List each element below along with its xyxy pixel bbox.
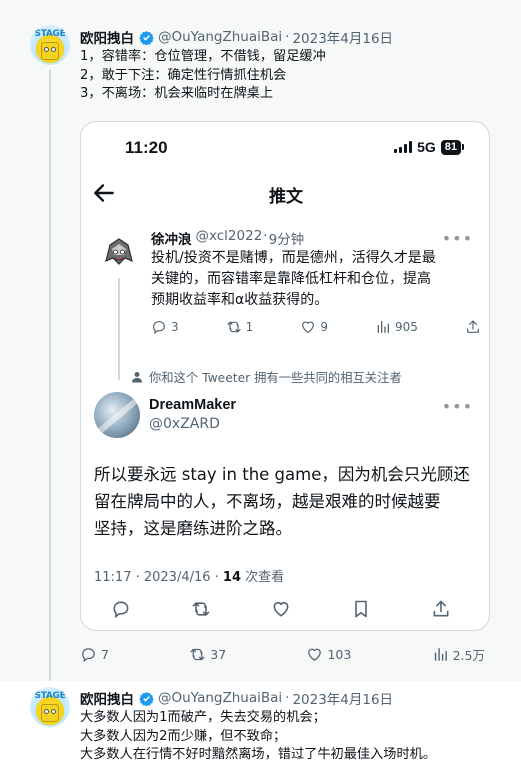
tweet-line: 1，容错率：仓位管理，不借钱，留足缓冲 bbox=[80, 49, 326, 64]
author-handle[interactable]: @OuYangZhuaiBai bbox=[158, 690, 282, 706]
views-button[interactable]: 2.5万 bbox=[432, 645, 485, 664]
retweet-button[interactable]: 37 bbox=[189, 645, 226, 664]
signal-icon bbox=[394, 141, 413, 153]
tweet-header: 欧阳拽白 @OuYangZhuaiBai · 2023年4月16日 bbox=[80, 27, 393, 47]
status-icons: 5G 81 bbox=[394, 139, 465, 155]
views-count: 2.5万 bbox=[452, 648, 485, 663]
status-time: 11:20 bbox=[125, 138, 168, 157]
main-handle[interactable]: @0xZARD bbox=[149, 416, 220, 432]
retweet-count: 37 bbox=[210, 647, 227, 662]
like-count: 9 bbox=[320, 320, 328, 334]
retweet-icon bbox=[190, 648, 205, 661]
heart-icon bbox=[308, 648, 322, 661]
retweet-count: 1 bbox=[245, 320, 254, 334]
verified-badge-icon bbox=[139, 30, 154, 45]
share-icon bbox=[467, 320, 479, 333]
reply-icon bbox=[82, 648, 95, 663]
tweet-body: 1，容错率：仓位管理，不借钱，留足缓冲 2，敢于下注：确定性行情抓住机会 3，不… bbox=[80, 48, 326, 104]
separator-dot: · bbox=[285, 29, 290, 45]
main-meta: 11:17 · 2023/4/16 · 14 次查看 bbox=[94, 566, 284, 585]
views-chart-icon bbox=[434, 648, 447, 661]
views-chart-icon bbox=[377, 321, 390, 333]
share-button[interactable] bbox=[465, 319, 481, 335]
person-icon bbox=[132, 372, 142, 383]
retweet-icon bbox=[227, 321, 241, 333]
bookmark-icon[interactable] bbox=[351, 599, 371, 619]
author-name[interactable]: 欧阳拽白 bbox=[80, 688, 134, 708]
main-views-label: 次查看 bbox=[241, 570, 285, 585]
main-timestamp[interactable]: 11:17 · 2023/4/16 · bbox=[94, 570, 223, 585]
views-button[interactable]: 905 bbox=[375, 319, 418, 335]
tweet-line: 大多数人在行情不好时黯然离场，错过了牛初最佳入场时机。 bbox=[80, 747, 437, 762]
like-button[interactable]: 9 bbox=[300, 319, 328, 335]
author-handle[interactable]: @OuYangZhuaiBai bbox=[158, 29, 282, 45]
tweet-line: 大多数人因为1而破产，失去交易的机会； bbox=[80, 710, 326, 725]
reply-line: 关键的，而容错率是靠降低杠杆和仓位，提高 bbox=[151, 271, 431, 287]
reply-header: 徐冲浪 @xcl2022 · 9分钟 bbox=[151, 228, 304, 248]
author-name[interactable]: 欧阳拽白 bbox=[80, 27, 134, 47]
reply-time[interactable]: 9分钟 bbox=[269, 228, 305, 248]
reply-icon[interactable] bbox=[111, 599, 131, 619]
tweet-date[interactable]: 2023年4月16日 bbox=[292, 27, 393, 47]
like-count: 103 bbox=[327, 647, 352, 662]
tweet-line: 3，不离场：机会来临时在牌桌上 bbox=[80, 86, 274, 101]
thread-line bbox=[49, 70, 51, 681]
reply-icon bbox=[153, 321, 165, 335]
tweet-header: 欧阳拽白 @OuYangZhuaiBai · 2023年4月16日 bbox=[80, 688, 393, 708]
main-line: 留在牌局中的人，不离场，越是艰难的时候越要 bbox=[94, 492, 441, 511]
main-line: 所以要永远 stay in the game，因为机会只光顾还 bbox=[94, 465, 470, 484]
reply-author-name[interactable]: 徐冲浪 bbox=[151, 228, 192, 248]
main-action-bar bbox=[111, 599, 451, 619]
retweet-icon[interactable] bbox=[191, 599, 211, 619]
share-icon[interactable] bbox=[431, 599, 451, 619]
main-avatar[interactable] bbox=[94, 392, 140, 438]
network-label: 5G bbox=[417, 139, 436, 155]
main-body: 所以要永远 stay in the game，因为机会只光顾还 留在牌局中的人，… bbox=[94, 461, 484, 542]
heart-icon bbox=[302, 321, 315, 334]
tweet-stats: 7 37 103 2.5万 bbox=[80, 645, 485, 664]
reply-line: 预期收益率和α收益获得的。 bbox=[151, 292, 329, 308]
heart-icon[interactable] bbox=[271, 599, 291, 619]
reply-handle[interactable]: @xcl2022 bbox=[196, 228, 263, 248]
tweet-body: 大多数人因为1而破产，失去交易的机会； 大多数人因为2而少赚，但不致命； 大多数… bbox=[80, 709, 436, 765]
author-avatar[interactable]: STAGE bbox=[30, 687, 70, 727]
main-more-icon[interactable]: ••• bbox=[442, 399, 473, 415]
like-button[interactable]: 103 bbox=[306, 645, 351, 664]
battery-icon: 81 bbox=[440, 139, 465, 155]
reply-body: 投机/投资不是赌博，而是德州，活得久才是最 关键的，而容错率是靠降低杠杆和仓位，… bbox=[151, 248, 471, 311]
main-line: 坚持，这是磨练进阶之路。 bbox=[94, 519, 292, 538]
reply-button[interactable]: 7 bbox=[80, 645, 109, 664]
reply-thread-line bbox=[118, 278, 120, 380]
reply-stats: 3 1 9 905 bbox=[151, 319, 481, 335]
tweet-line: 大多数人因为2而少赚，但不致命； bbox=[80, 728, 287, 744]
reply-avatar-icon[interactable] bbox=[98, 231, 140, 273]
tweet-date[interactable]: 2023年4月16日 bbox=[292, 688, 393, 708]
reply-more-icon[interactable]: ••• bbox=[442, 231, 473, 247]
separator-dot: · bbox=[263, 228, 268, 244]
reply-count: 7 bbox=[101, 647, 109, 662]
reply-line: 投机/投资不是赌博，而是德州，活得久才是最 bbox=[151, 250, 436, 266]
tweet-2[interactable]: STAGE 欧阳拽白 @OuYangZhuaiBai · 2023年4月16日 … bbox=[0, 681, 521, 779]
tweet-1[interactable]: STAGE 欧阳拽白 @OuYangZhuaiBai · 2023年4月16日 … bbox=[0, 0, 521, 681]
main-author-name[interactable]: DreamMaker bbox=[149, 397, 236, 413]
author-avatar[interactable]: STAGE bbox=[30, 25, 70, 65]
main-views-count: 14 bbox=[222, 570, 242, 585]
embedded-screenshot[interactable]: 11:20 5G 81 推文 徐冲浪 @xcl2022 · 9分钟 ••• 投机… bbox=[80, 121, 490, 631]
views-count: 905 bbox=[395, 320, 418, 334]
social-context: 你和这个 Tweeter 拥有一些共同的相互关注者 bbox=[131, 368, 402, 386]
reply-count: 3 bbox=[171, 320, 179, 334]
retweet-button[interactable]: 1 bbox=[226, 319, 254, 335]
verified-badge-icon bbox=[139, 691, 154, 706]
separator-dot: · bbox=[285, 690, 290, 706]
nav-title: 推文 bbox=[269, 187, 303, 207]
social-context-text: 你和这个 Tweeter 拥有一些共同的相互关注者 bbox=[149, 371, 402, 385]
reply-button[interactable]: 3 bbox=[151, 319, 179, 335]
tweet-line: 2，敢于下注：确定性行情抓住机会 bbox=[80, 67, 287, 83]
